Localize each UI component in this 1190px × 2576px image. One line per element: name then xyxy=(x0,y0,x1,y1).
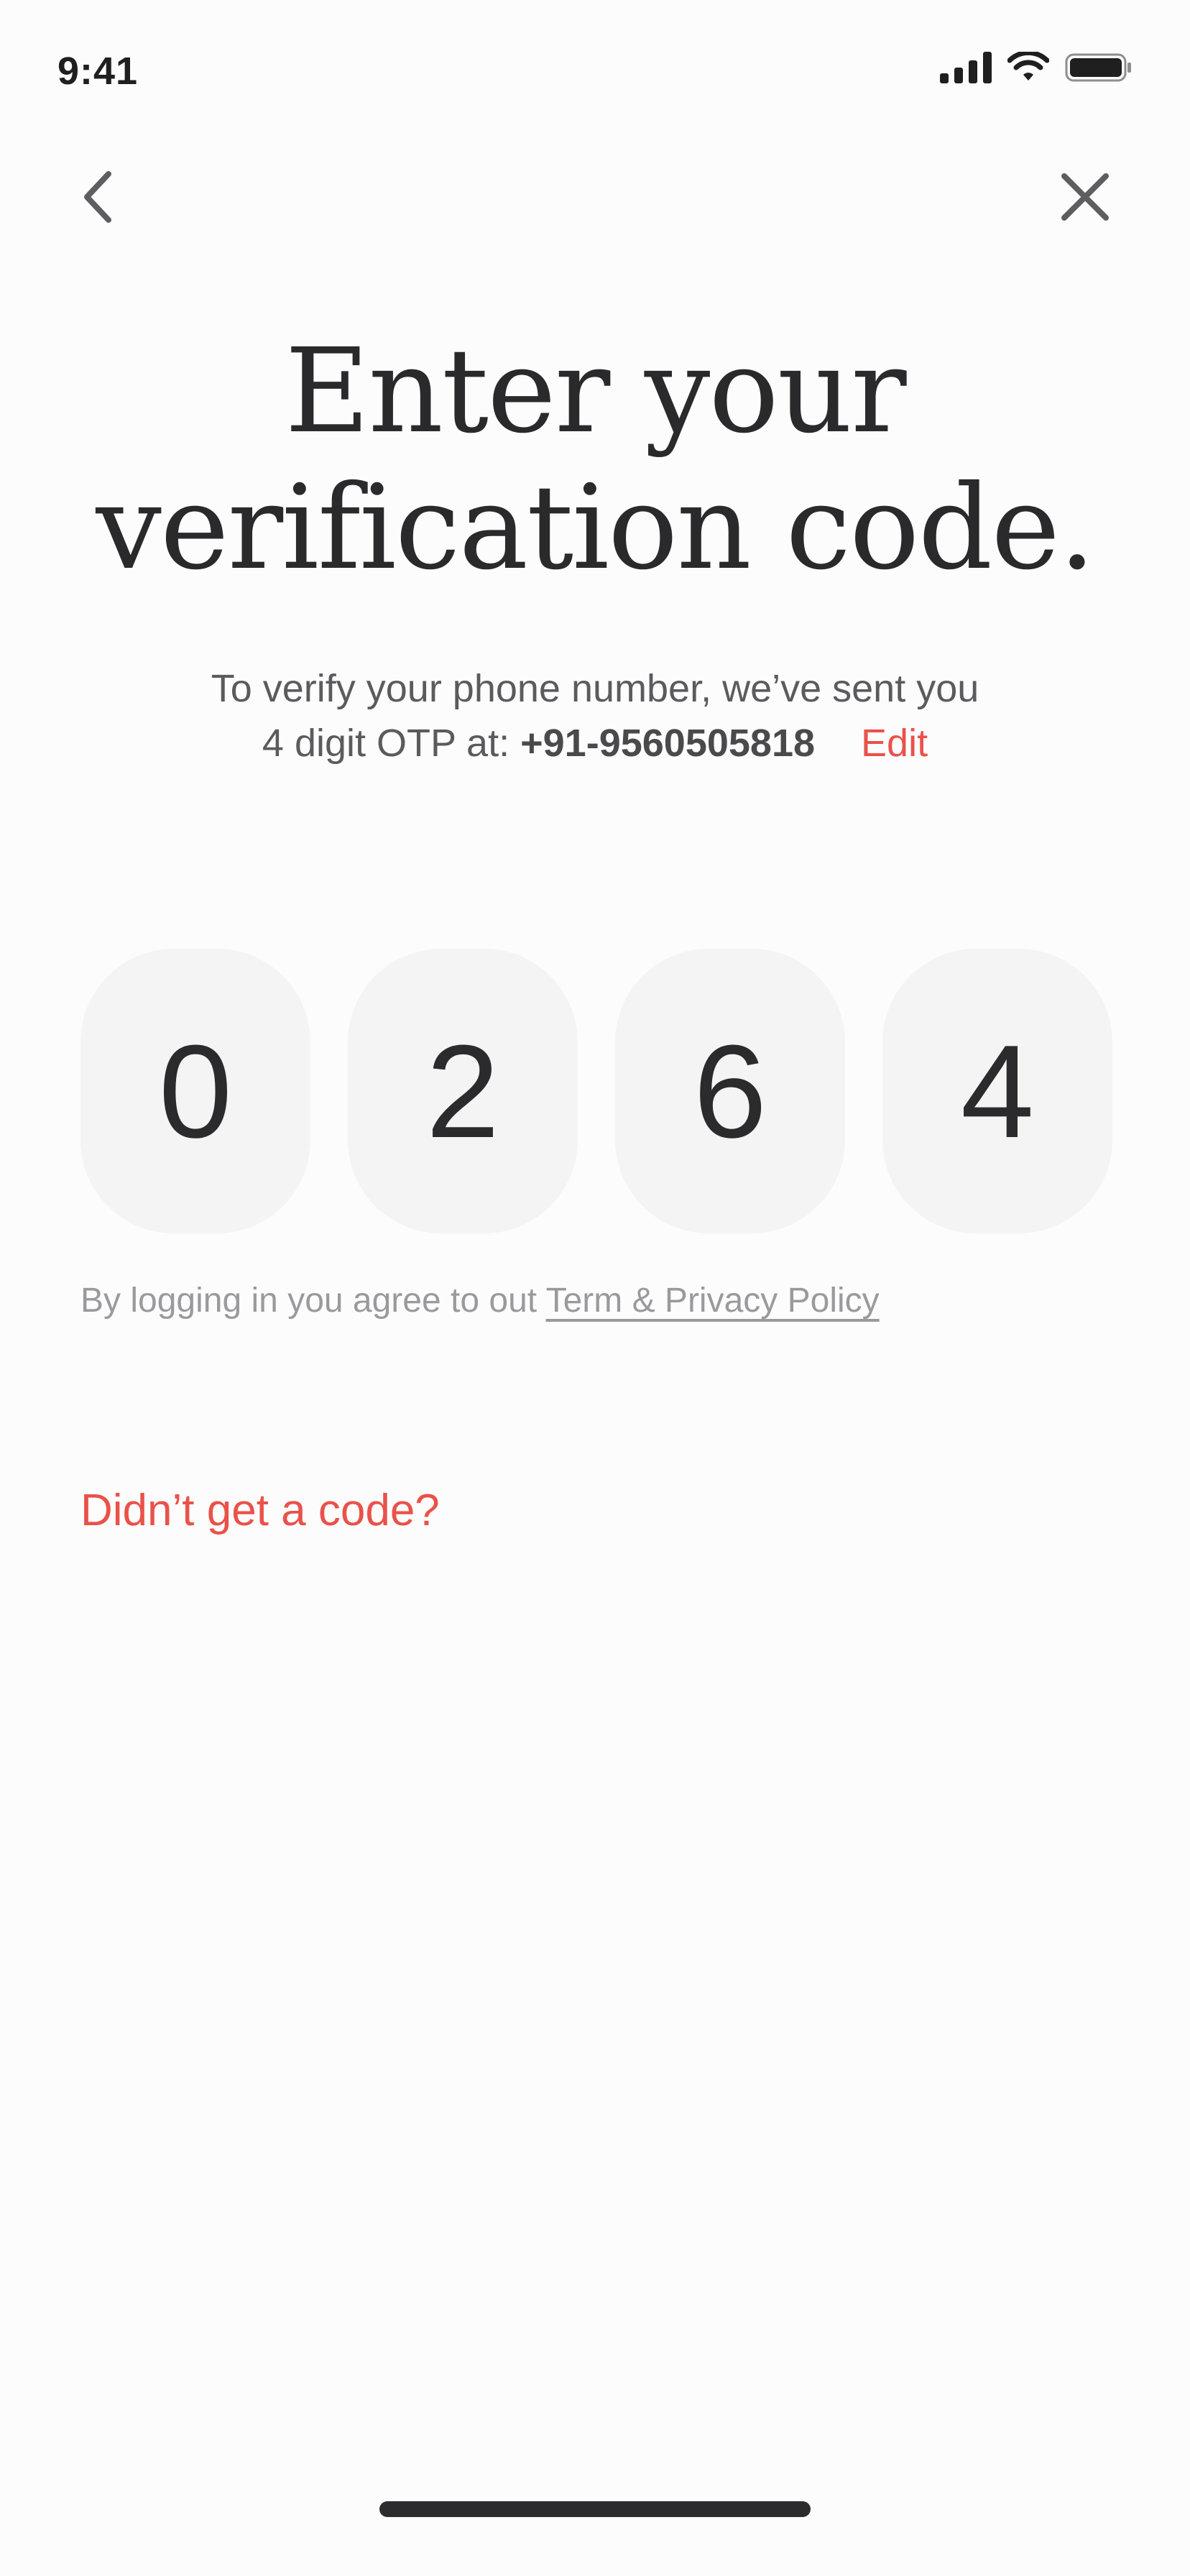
terms-notice: By logging in you agree to out Term & Pr… xyxy=(80,1281,880,1320)
close-icon xyxy=(1061,173,1109,221)
status-icons xyxy=(940,52,1133,83)
otp-digit-3[interactable]: 6 xyxy=(615,949,845,1233)
terms-privacy-policy-link[interactable]: Term & Privacy Policy xyxy=(546,1282,880,1320)
status-bar: 9:41 xyxy=(0,0,1190,144)
back-button[interactable] xyxy=(69,161,126,233)
wifi-icon xyxy=(1007,52,1049,80)
edit-phone-link[interactable]: Edit xyxy=(861,722,928,765)
otp-digit-2[interactable]: 2 xyxy=(348,949,578,1233)
status-time: 9:41 xyxy=(57,50,139,93)
otp-digit-1[interactable]: 0 xyxy=(80,949,310,1233)
page-title-line-2: verification code. xyxy=(96,461,1095,596)
chevron-left-icon xyxy=(84,171,111,223)
instructions-line-2: 4 digit OTP at: +91-9560505818 Edit xyxy=(0,716,1190,770)
otp-digit-4[interactable]: 4 xyxy=(882,949,1112,1233)
battery-icon xyxy=(1065,53,1131,82)
otp-input-group: 0 2 6 4 xyxy=(80,949,1112,1233)
verification-instructions: To verify your phone number, we’ve sent … xyxy=(0,661,1190,770)
cellular-signal-icon xyxy=(940,52,992,83)
page-title: Enter your verification code. xyxy=(0,323,1190,597)
terms-prefix: By logging in you agree to out xyxy=(80,1282,546,1320)
instructions-line-1: To verify your phone number, we’ve sent … xyxy=(211,667,979,710)
home-indicator[interactable] xyxy=(379,2501,811,2517)
page-title-line-1: Enter your xyxy=(285,324,906,459)
close-button[interactable] xyxy=(1049,161,1121,233)
otp-sent-text: 4 digit OTP at: xyxy=(262,722,521,765)
resend-code-link[interactable]: Didn’t get a code? xyxy=(80,1485,440,1536)
phone-number: +91-9560505818 xyxy=(520,722,816,765)
